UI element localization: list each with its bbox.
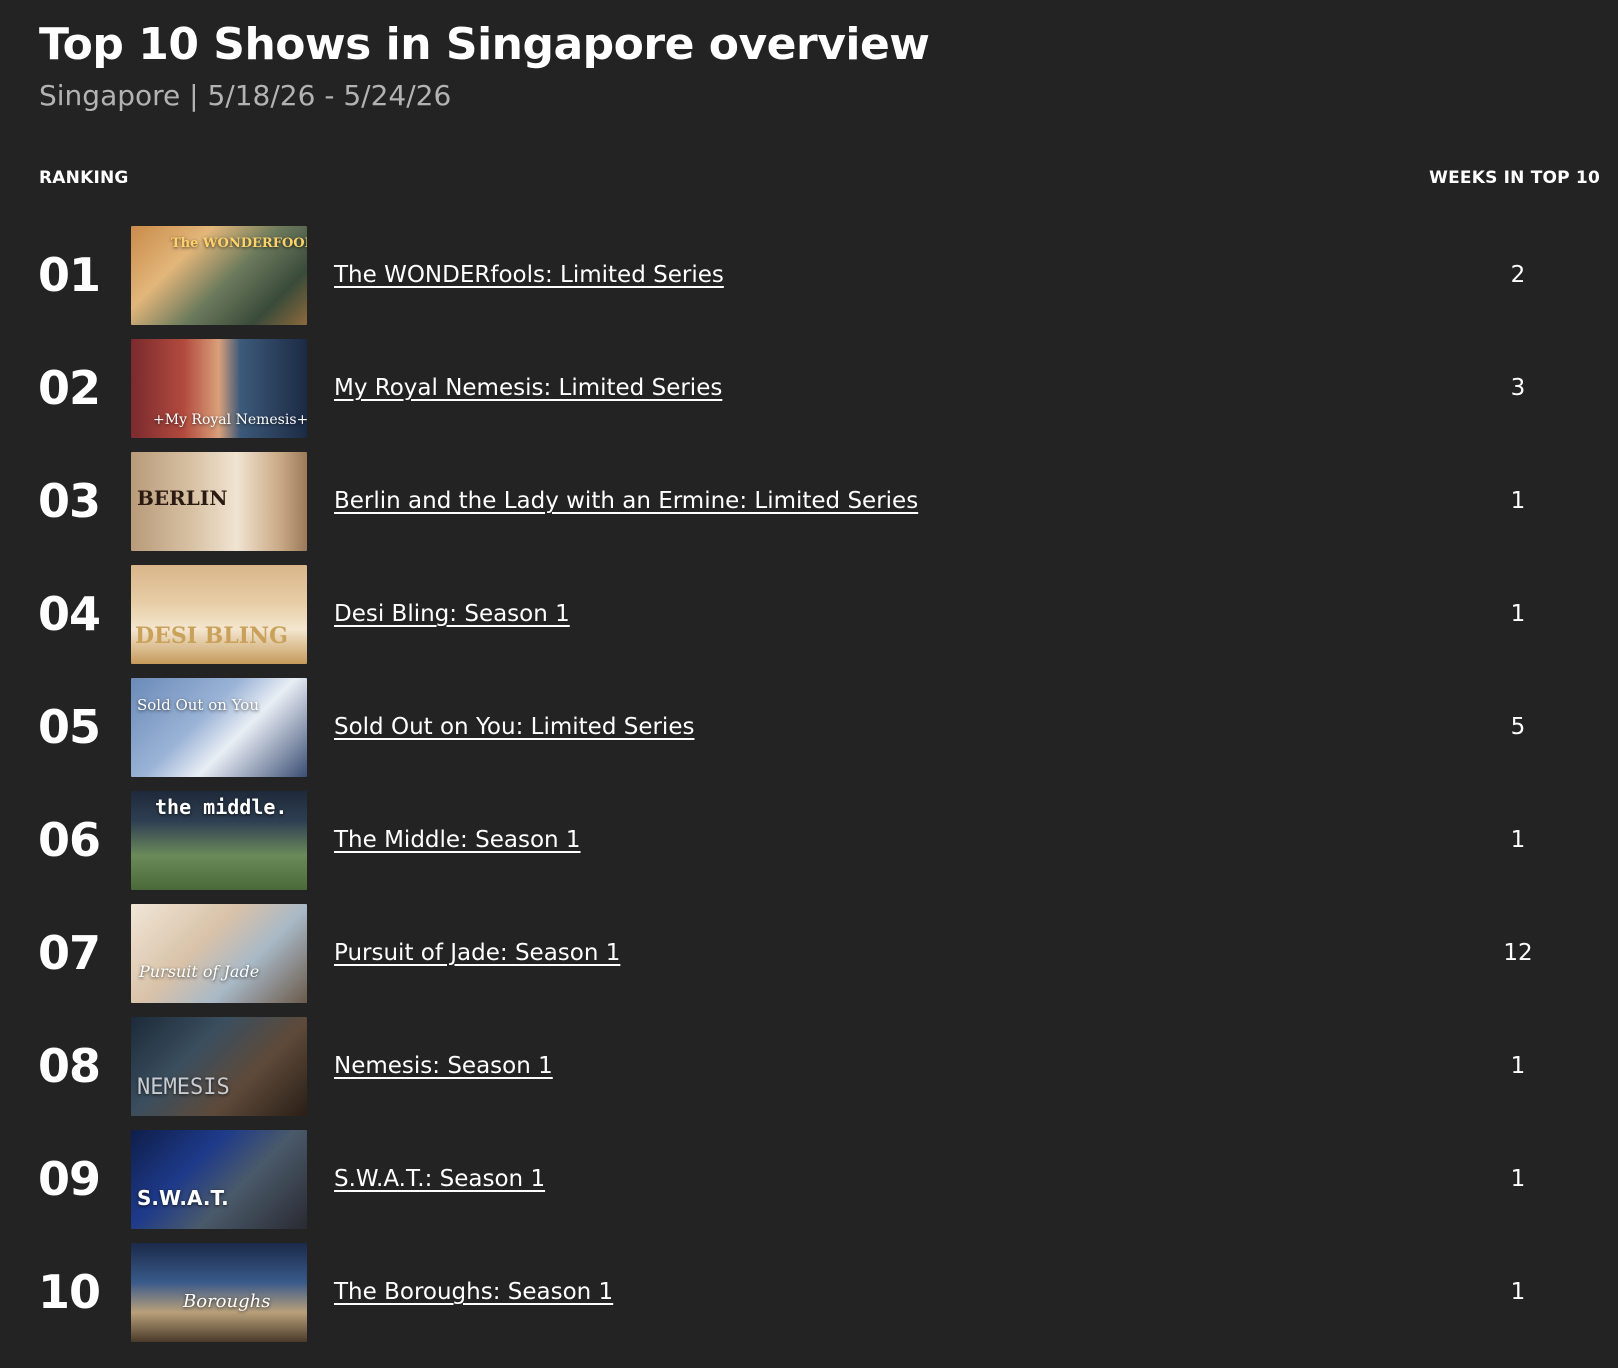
list-item: 05 Sold Out on You Sold Out on You: Limi… xyxy=(0,678,1618,791)
show-thumbnail[interactable]: BERLIN xyxy=(131,452,307,551)
show-title-link[interactable]: The WONDERfools: Limited Series xyxy=(334,226,724,325)
rank-number: 03 xyxy=(38,474,101,528)
list-item: 08 NEMESIS Nemesis: Season 1 1 xyxy=(0,1017,1618,1130)
list-item: 01 The WONDERFOOLS The WONDERfools: Limi… xyxy=(0,226,1618,339)
show-title-link[interactable]: The Middle: Season 1 xyxy=(334,791,581,890)
weeks-count: 12 xyxy=(1503,940,1533,966)
weeks-count: 2 xyxy=(1510,262,1526,288)
thumbnail-logo: +My Royal Nemesis+ xyxy=(153,412,307,428)
show-title-link[interactable]: The Boroughs: Season 1 xyxy=(334,1243,613,1342)
show-title-link[interactable]: S.W.A.T.: Season 1 xyxy=(334,1130,545,1229)
list-item: 03 BERLIN Berlin and the Lady with an Er… xyxy=(0,452,1618,565)
list-item: 09 S.W.A.T. S.W.A.T.: Season 1 1 xyxy=(0,1130,1618,1243)
show-thumbnail[interactable]: Pursuit of Jade xyxy=(131,904,307,1003)
thumbnail-logo: the middle. xyxy=(155,795,288,819)
thumbnail-logo: Boroughs xyxy=(183,1291,271,1312)
weeks-count: 5 xyxy=(1510,714,1526,740)
show-thumbnail[interactable]: S.W.A.T. xyxy=(131,1130,307,1229)
show-title-link[interactable]: Berlin and the Lady with an Ermine: Limi… xyxy=(334,452,918,551)
thumbnail-logo: DESI BLING xyxy=(135,623,288,649)
weeks-count: 1 xyxy=(1510,827,1526,853)
show-title-link[interactable]: Desi Bling: Season 1 xyxy=(334,565,570,664)
show-thumbnail[interactable]: the middle. xyxy=(131,791,307,890)
show-thumbnail[interactable]: The WONDERFOOLS xyxy=(131,226,307,325)
page-subtitle: Singapore | 5/18/26 - 5/24/26 xyxy=(39,79,452,112)
weeks-count: 1 xyxy=(1510,488,1526,514)
show-thumbnail[interactable]: NEMESIS xyxy=(131,1017,307,1116)
list-item: 02 +My Royal Nemesis+ My Royal Nemesis: … xyxy=(0,339,1618,452)
thumbnail-logo: Pursuit of Jade xyxy=(139,962,260,981)
thumbnail-logo: The WONDERFOOLS xyxy=(171,236,307,251)
show-thumbnail[interactable]: Sold Out on You xyxy=(131,678,307,777)
weeks-column-header: WEEKS IN TOP 10 xyxy=(1429,168,1600,188)
list-item: 07 Pursuit of Jade Pursuit of Jade: Seas… xyxy=(0,904,1618,1017)
rank-number: 05 xyxy=(38,700,101,754)
weeks-count: 1 xyxy=(1510,601,1526,627)
thumbnail-logo: Sold Out on You xyxy=(137,696,259,714)
rank-number: 04 xyxy=(38,587,101,641)
weeks-count: 3 xyxy=(1510,375,1526,401)
rank-number: 06 xyxy=(38,813,101,867)
weeks-count: 1 xyxy=(1510,1166,1526,1192)
list-item: 06 the middle. The Middle: Season 1 1 xyxy=(0,791,1618,904)
page-title: Top 10 Shows in Singapore overview xyxy=(39,19,930,70)
show-title-link[interactable]: Pursuit of Jade: Season 1 xyxy=(334,904,620,1003)
rank-number: 02 xyxy=(38,361,101,415)
weeks-count: 1 xyxy=(1510,1053,1526,1079)
rank-number: 01 xyxy=(38,248,101,302)
show-title-link[interactable]: Sold Out on You: Limited Series xyxy=(334,678,694,777)
show-title-link[interactable]: My Royal Nemesis: Limited Series xyxy=(334,339,722,438)
rank-number: 10 xyxy=(38,1265,101,1319)
thumbnail-logo: NEMESIS xyxy=(137,1075,230,1100)
top10-list: 01 The WONDERFOOLS The WONDERfools: Limi… xyxy=(0,226,1618,1356)
show-thumbnail[interactable]: DESI BLING xyxy=(131,565,307,664)
page-header: Top 10 Shows in Singapore overview Singa… xyxy=(39,14,930,114)
ranking-column-header: RANKING xyxy=(39,168,129,188)
rank-number: 07 xyxy=(38,926,101,980)
thumbnail-logo: BERLIN xyxy=(137,486,228,510)
rank-number: 09 xyxy=(38,1152,101,1206)
list-item: 04 DESI BLING Desi Bling: Season 1 1 xyxy=(0,565,1618,678)
rank-number: 08 xyxy=(38,1039,101,1093)
show-title-link[interactable]: Nemesis: Season 1 xyxy=(334,1017,553,1116)
list-item: 10 Boroughs The Boroughs: Season 1 1 xyxy=(0,1243,1618,1356)
show-thumbnail[interactable]: +My Royal Nemesis+ xyxy=(131,339,307,438)
thumbnail-logo: S.W.A.T. xyxy=(137,1186,229,1210)
show-thumbnail[interactable]: Boroughs xyxy=(131,1243,307,1342)
weeks-count: 1 xyxy=(1510,1279,1526,1305)
